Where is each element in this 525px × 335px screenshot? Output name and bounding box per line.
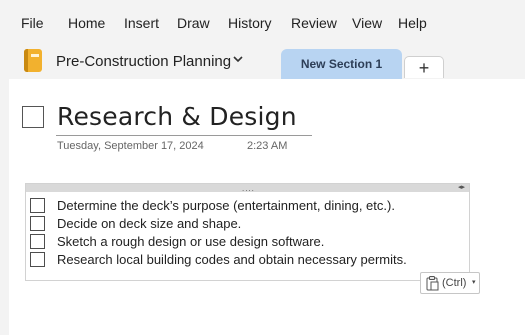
page-title[interactable]: Research & Design [57, 102, 297, 131]
page-time: 2:23 AM [247, 140, 288, 152]
menu-bar: File Home Insert Draw History Review Vie… [0, 0, 525, 46]
todo-checkbox[interactable] [30, 198, 45, 213]
menu-view[interactable]: View [352, 15, 382, 31]
menu-review[interactable]: Review [291, 15, 337, 31]
todo-text[interactable]: Research local building codes and obtain… [57, 252, 407, 267]
paste-options-button[interactable]: (Ctrl) ▾ [420, 272, 480, 294]
todo-item: Research local building codes and obtain… [28, 251, 448, 269]
todo-item: Sketch a rough design or use design soft… [28, 233, 448, 251]
todo-text[interactable]: Decide on deck size and shape. [57, 216, 241, 231]
todo-item: Decide on deck size and shape. [28, 215, 448, 233]
todo-item: Determine the deck’s purpose (entertainm… [28, 197, 448, 215]
note-container[interactable]: .... ◂▸ Determine the deck’s purpose (en… [25, 183, 470, 281]
page-date: Tuesday, September 17, 2024 [57, 140, 204, 152]
drag-dots-icon: .... [242, 184, 255, 193]
title-checkbox[interactable] [22, 106, 44, 128]
chevron-down-icon[interactable] [231, 52, 245, 66]
tab-new-section-1[interactable]: New Section 1 [281, 49, 402, 79]
todo-checkbox[interactable] [30, 252, 45, 267]
todo-checkbox[interactable] [30, 216, 45, 231]
menu-history[interactable]: History [228, 15, 272, 31]
menu-file[interactable]: File [21, 15, 44, 31]
menu-home[interactable]: Home [68, 15, 105, 31]
paste-shortcut-label: (Ctrl) [442, 277, 467, 289]
notebook-icon [24, 49, 42, 72]
dropdown-caret-icon: ▾ [472, 279, 476, 286]
todo-checkbox[interactable] [30, 234, 45, 249]
notebook-bar: Pre-Construction Planning [0, 46, 525, 78]
menu-insert[interactable]: Insert [124, 15, 159, 31]
add-section-button[interactable]: + [404, 56, 444, 78]
menu-draw[interactable]: Draw [177, 15, 210, 31]
container-drag-handle[interactable]: .... ◂▸ [26, 184, 469, 193]
notebook-name[interactable]: Pre-Construction Planning [56, 53, 231, 70]
resize-arrows-icon[interactable]: ◂▸ [458, 184, 465, 192]
clipboard-icon [426, 276, 439, 291]
todo-text[interactable]: Determine the deck’s purpose (entertainm… [57, 198, 395, 213]
title-underline [56, 135, 312, 136]
todo-text[interactable]: Sketch a rough design or use design soft… [57, 234, 324, 249]
menu-help[interactable]: Help [398, 15, 427, 31]
